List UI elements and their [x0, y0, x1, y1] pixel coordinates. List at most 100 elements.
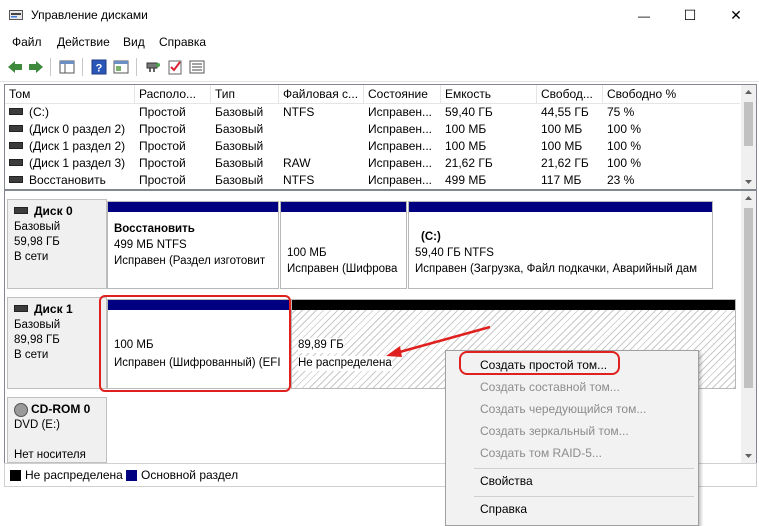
menu-item-create-striped-volume[interactable]: Создать чередующийся том... — [480, 402, 646, 416]
connect-icon[interactable] — [144, 58, 162, 76]
disk-0-label[interactable]: Диск 0 Базовый 59,98 ГБ В сети — [7, 199, 107, 289]
disk-status: В сети — [14, 251, 49, 263]
disk-1-label[interactable]: Диск 1 Базовый 89,98 ГБ В сети — [7, 297, 107, 389]
close-button[interactable]: ✕ — [713, 0, 759, 31]
window-title: Управление дисками — [31, 8, 148, 22]
column-header-layout[interactable]: Располо... — [135, 85, 211, 103]
disk-map-scrollbar[interactable] — [741, 191, 756, 463]
partition-c[interactable]: (C:) 59,40 ГБ NTFS Исправен (Загрузка, Ф… — [408, 201, 713, 289]
partition-disk0-efi[interactable]: 100 МБ Исправен (Шифрова — [280, 201, 407, 289]
panel-icon[interactable] — [58, 58, 76, 76]
cell-volume: (Диск 1 раздел 2) — [5, 138, 135, 155]
column-header-volume[interactable]: Том — [5, 85, 135, 103]
menu-action[interactable]: Действие — [57, 35, 110, 49]
cell-status: Исправен... — [368, 122, 433, 136]
partition-title: (C:) — [421, 231, 441, 243]
close-icon: ✕ — [730, 7, 742, 23]
partition-status: Исправен (Загрузка, Файл подкачки, Авари… — [415, 263, 698, 275]
menu-view[interactable]: Вид — [123, 35, 145, 49]
cell-capacity: 499 МБ — [445, 173, 487, 187]
menu-bar — [0, 31, 759, 53]
column-header-capacity[interactable]: Емкость — [441, 85, 537, 103]
cell-free-percent: 23 % — [607, 173, 635, 187]
cell-type: Базовый — [215, 105, 264, 119]
cell-free-percent: 100 % — [607, 122, 642, 136]
menu-item-create-mirrored-volume[interactable]: Создать зеркальный том... — [480, 424, 629, 438]
legend-label-primary: Основной раздел — [141, 468, 239, 482]
toolbar-separator — [50, 58, 51, 76]
disk-icon — [14, 207, 28, 215]
volume-list-header: Том Располо... Тип Файловая с... Состоян… — [5, 85, 740, 104]
volume-icon — [9, 159, 23, 167]
cell-free-percent: 100 % — [607, 156, 642, 170]
disk-status: В сети — [14, 349, 49, 361]
cell-filesystem — [279, 121, 364, 138]
column-header-free-space[interactable]: Свобод... — [537, 85, 603, 103]
panel2-icon[interactable] — [112, 58, 130, 76]
volume-icon — [9, 142, 23, 150]
cdrom-title: CD-ROM 0 — [14, 402, 100, 418]
column-header-filesystem[interactable]: Файловая с... — [279, 85, 364, 103]
legend-swatch-unallocated — [10, 470, 21, 481]
highlight-efi-partition — [99, 295, 291, 392]
disk-size: 59,98 ГБ — [14, 236, 60, 248]
cell-volume: Восстановить — [5, 172, 135, 189]
partition-status: Не распределена — [298, 356, 392, 371]
volume-name: (Диск 1 раздел 2) — [29, 139, 126, 153]
menu-item-create-raid5-volume[interactable]: Создать том RAID-5... — [480, 446, 602, 460]
menu-file[interactable]: Файл — [12, 35, 42, 49]
volume-name: (Диск 0 раздел 2) — [29, 122, 126, 136]
column-header-free-percent[interactable]: Свободно % — [603, 85, 740, 103]
disk-name: CD-ROM 0 — [31, 402, 91, 416]
menu-separator — [474, 496, 694, 497]
cell-free: 21,62 ГБ — [541, 156, 589, 170]
back-icon[interactable] — [6, 58, 24, 76]
menu-item-create-spanned-volume[interactable]: Создать составной том... — [480, 380, 620, 394]
check-icon[interactable] — [166, 58, 184, 76]
column-header-status[interactable]: Состояние — [364, 85, 441, 103]
cell-filesystem: NTFS — [283, 105, 315, 119]
table-row[interactable]: (Диск 1 раздел 2) Простой Базовый Исправ… — [5, 138, 740, 155]
forward-icon[interactable] — [27, 58, 45, 76]
help-icon[interactable]: ? — [90, 58, 108, 76]
partition-size: 89,89 ГБ — [298, 338, 344, 353]
cell-free: 44,55 ГБ — [541, 105, 589, 119]
minimize-icon: — — [638, 8, 650, 23]
disk-icon — [14, 305, 28, 313]
volume-name: (Диск 1 раздел 3) — [29, 156, 126, 170]
partition-status: Исправен (Раздел изготовит — [114, 255, 266, 267]
table-row[interactable]: (Диск 0 раздел 2) Простой Базовый Исправ… — [5, 121, 740, 138]
list-icon[interactable] — [188, 58, 206, 76]
disk-type: Базовый — [14, 221, 61, 233]
cdrom-label[interactable]: CD-ROM 0 DVD (E:) Нет носителя — [7, 397, 107, 463]
minimize-button[interactable]: — — [621, 0, 667, 31]
cell-layout: Простой — [139, 139, 186, 153]
volume-icon — [9, 108, 23, 116]
cell-volume: (Диск 0 раздел 2) — [5, 121, 135, 138]
disk-1-title: Диск 1 — [14, 302, 100, 318]
volume-name: Восстановить — [29, 173, 106, 187]
cell-volume: (C:) — [5, 104, 135, 121]
cdrom-drive: DVD (E:) — [14, 419, 60, 431]
volume-list-scrollbar[interactable] — [741, 85, 756, 189]
menu-item-properties[interactable]: Свойства — [480, 474, 533, 488]
volume-name: (C:) — [29, 105, 49, 119]
partition-size: 59,40 ГБ NTFS — [415, 247, 494, 259]
cell-layout: Простой — [139, 156, 186, 170]
disk-name: Диск 0 — [34, 204, 73, 218]
volume-list[interactable]: Том Располо... Тип Файловая с... Состоян… — [4, 84, 757, 190]
legend-label-unallocated: Не распределена — [25, 468, 123, 482]
table-row[interactable]: Восстановить Простой Базовый NTFS Исправ… — [5, 172, 740, 189]
column-header-type[interactable]: Тип — [211, 85, 279, 103]
partition-recovery[interactable]: Восстановить 499 МБ NTFS Исправен (Разде… — [107, 201, 279, 289]
cell-status: Исправен... — [368, 139, 433, 153]
menu-item-help[interactable]: Справка — [480, 502, 527, 516]
menu-help[interactable]: Справка — [159, 35, 206, 49]
volume-icon — [9, 176, 23, 184]
table-row[interactable]: (C:) Простой Базовый NTFS Исправен... 59… — [5, 104, 740, 121]
partition-bar — [108, 202, 278, 212]
disk-name: Диск 1 — [34, 302, 73, 316]
cell-free-percent: 100 % — [607, 139, 642, 153]
table-row[interactable]: (Диск 1 раздел 3) Простой Базовый RAW Ис… — [5, 155, 740, 172]
maximize-button[interactable]: ☐ — [667, 0, 713, 31]
